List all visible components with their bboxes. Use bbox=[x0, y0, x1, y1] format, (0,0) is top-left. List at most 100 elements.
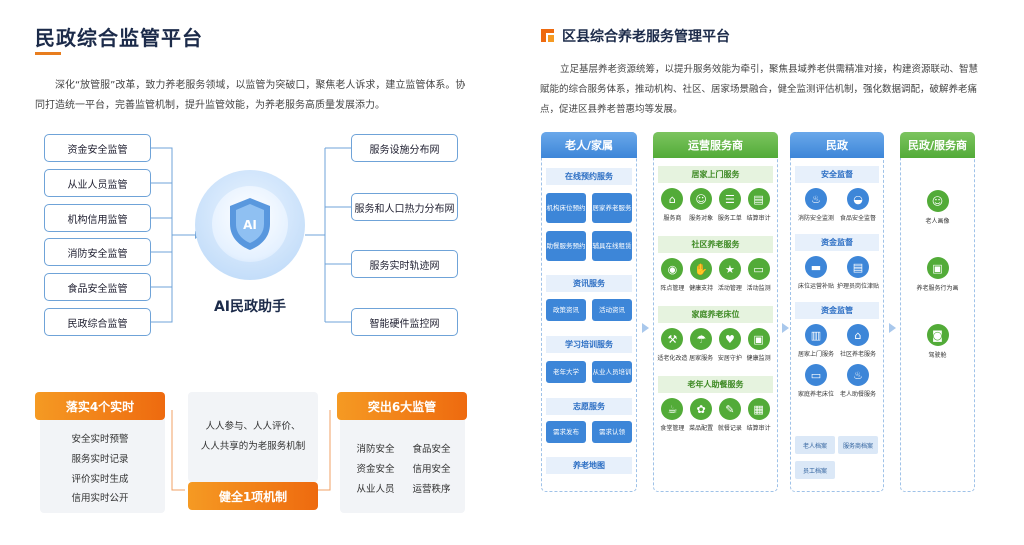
service-tile[interactable]: ▤ 护理员岗位津贴 bbox=[837, 256, 879, 290]
service-tile-label: 结算审计 bbox=[746, 425, 771, 432]
portrait-item-label: 驾驶舱 bbox=[928, 352, 947, 359]
btn-claim-demand[interactable]: 需求认领 bbox=[592, 421, 632, 443]
elder-icon: ☺ bbox=[926, 190, 949, 212]
item-food-safety: 食品安全监管 bbox=[44, 273, 151, 301]
section-title: 安全监督 bbox=[795, 166, 879, 183]
bed-icon: ▬ bbox=[805, 256, 827, 278]
btn-staff-archive[interactable]: 员工档案 bbox=[795, 461, 835, 479]
service-tile[interactable]: ▬ 床位运营补贴 bbox=[795, 256, 837, 290]
section-title: 资金监督 bbox=[795, 234, 879, 251]
tools-icon: ⚒ bbox=[661, 328, 684, 350]
btn-elder-archive[interactable]: 老人档案 bbox=[795, 436, 835, 454]
service-tile[interactable]: ✎ 就餐记录 bbox=[716, 398, 745, 432]
id-card-icon: ▣ bbox=[926, 257, 949, 279]
service-tile[interactable]: ♨ 老人助餐服务 bbox=[837, 364, 879, 398]
cup-icon: ☕ bbox=[661, 398, 684, 420]
list-icon: ☰ bbox=[718, 188, 741, 210]
dish-icon: ◒ bbox=[847, 188, 869, 210]
service-tile-label: 菜品配置 bbox=[689, 425, 714, 432]
service-tile[interactable]: ⌂ 服务商 bbox=[658, 188, 687, 222]
home-icon: ⌂ bbox=[847, 324, 869, 346]
service-tile[interactable]: ▦ 结算审计 bbox=[744, 398, 773, 432]
service-tile[interactable]: ▭ 活动监测 bbox=[744, 258, 773, 292]
service-tile-label: 服务对象 bbox=[689, 215, 714, 222]
service-tile[interactable]: ⚒ 适老化改造 bbox=[657, 328, 688, 362]
service-tile-label: 护理员岗位津贴 bbox=[837, 283, 880, 290]
realtime-item: 安全实时预警 bbox=[71, 434, 129, 445]
service-tile[interactable]: ☰ 服务工单 bbox=[716, 188, 745, 222]
service-tile[interactable]: ☂ 居家服务 bbox=[687, 328, 716, 362]
brand-logo-icon bbox=[541, 29, 554, 42]
ai-shield-icon: AI bbox=[230, 198, 270, 250]
service-tile-label: 活动监测 bbox=[746, 285, 771, 292]
supervision-item: 信用安全 bbox=[412, 464, 451, 475]
service-tile[interactable]: ★ 活动管理 bbox=[716, 258, 745, 292]
invoice-icon: ▦ bbox=[747, 398, 770, 420]
supervision-item: 运营秩序 bbox=[412, 484, 451, 495]
ai-glyph: AI bbox=[243, 218, 257, 232]
service-tile-label: 食堂管理 bbox=[660, 425, 685, 432]
btn-activity-news[interactable]: 活动资讯 bbox=[592, 299, 632, 321]
btn-meal-booking[interactable]: 助餐服务预约 bbox=[546, 231, 586, 261]
btn-staff-training[interactable]: 从业人员培训 bbox=[592, 361, 632, 383]
heart-icon: ♥ bbox=[718, 328, 741, 350]
extinguisher-icon: ♨ bbox=[805, 188, 827, 210]
service-tile-label: 适老化改造 bbox=[657, 355, 688, 362]
star-icon: ★ bbox=[718, 258, 741, 280]
service-tile[interactable]: ▤ 结算审计 bbox=[744, 188, 773, 222]
supervision-header: 突出6大监管 bbox=[337, 392, 467, 420]
service-tile[interactable]: ◒ 食品安全监督 bbox=[837, 188, 879, 222]
btn-provider-archive[interactable]: 服务商档案 bbox=[838, 436, 878, 454]
item-fund-safety: 资金安全监管 bbox=[44, 134, 151, 162]
btn-post-demand[interactable]: 需求发布 bbox=[546, 421, 586, 443]
mechanism-line: 人人共享的为老服务机制 bbox=[200, 441, 306, 452]
service-tile-label: 安居守护 bbox=[717, 355, 742, 362]
service-tile[interactable]: ▣ 健康监测 bbox=[744, 328, 773, 362]
portrait-item[interactable]: ☺ 老人画像 bbox=[900, 190, 975, 225]
service-tile-label: 活动管理 bbox=[717, 285, 742, 292]
portrait-item[interactable]: ◙ 驾驶舱 bbox=[900, 324, 975, 359]
screen-icon: ▣ bbox=[747, 328, 770, 350]
receipt-icon: ▤ bbox=[747, 188, 770, 210]
location-icon: ◉ bbox=[661, 258, 684, 280]
portrait-item[interactable]: ▣ 养老服务行为画 bbox=[900, 257, 975, 292]
service-tile[interactable]: ◉ 阵点管理 bbox=[658, 258, 687, 292]
btn-senior-college[interactable]: 老年大学 bbox=[546, 361, 586, 383]
net-heatmap: 服务和人口热力分布网 bbox=[351, 193, 458, 221]
service-tile[interactable]: ♥ 安居守护 bbox=[716, 328, 745, 362]
flow-arrow bbox=[782, 323, 789, 333]
service-tile-label: 居家服务 bbox=[689, 355, 714, 362]
item-fire-safety: 消防安全监管 bbox=[44, 238, 151, 266]
service-tile[interactable]: ✿ 菜品配置 bbox=[687, 398, 716, 432]
sofa-icon: ▭ bbox=[805, 364, 827, 386]
section-title: 家庭养老床位 bbox=[658, 306, 773, 323]
service-tile[interactable]: ♨ 消防安全监测 bbox=[795, 188, 837, 222]
btn-home-service[interactable]: 居家养老服务 bbox=[592, 193, 632, 223]
service-tile-label: 结算审计 bbox=[746, 215, 771, 222]
service-tile[interactable]: ☺ 服务对象 bbox=[687, 188, 716, 222]
flower-icon: ✿ bbox=[690, 398, 713, 420]
service-tile-label: 社区养老服务 bbox=[839, 351, 876, 358]
service-tile-label: 就餐记录 bbox=[717, 425, 742, 432]
service-tile-label: 老人助餐服务 bbox=[839, 391, 876, 398]
btn-bed-booking[interactable]: 机构床位预约 bbox=[546, 193, 586, 223]
service-tile[interactable]: ▥ 居家上门服务 bbox=[795, 324, 837, 358]
right-title: 区县综合养老服务管理平台 bbox=[562, 29, 730, 45]
section-title: 资讯服务 bbox=[546, 275, 632, 292]
btn-policy-news[interactable]: 政策资讯 bbox=[546, 299, 586, 321]
section-title: 社区养老服务 bbox=[658, 236, 773, 253]
service-tile[interactable]: ☕ 食堂管理 bbox=[658, 398, 687, 432]
realtime-item: 评价实时生成 bbox=[71, 474, 129, 485]
service-tile[interactable]: ✋ 健康支持 bbox=[687, 258, 716, 292]
service-tile[interactable]: ⌂ 社区养老服务 bbox=[837, 324, 879, 358]
umbrella-icon: ☂ bbox=[690, 328, 713, 350]
service-tile-label: 健康监测 bbox=[746, 355, 771, 362]
service-tile[interactable]: ▭ 家庭养老床位 bbox=[795, 364, 837, 398]
btn-aid-rental[interactable]: 辅具在线租赁 bbox=[592, 231, 632, 261]
item-staff: 从业人员监管 bbox=[44, 169, 151, 197]
realtime-header: 落实4个实时 bbox=[35, 392, 165, 420]
portrait-item-label: 老人画像 bbox=[925, 218, 950, 225]
wallet-icon: ▤ bbox=[847, 256, 869, 278]
section-title[interactable]: 养老地图 bbox=[546, 457, 632, 474]
net-trajectory: 服务实时轨迹网 bbox=[351, 250, 458, 278]
